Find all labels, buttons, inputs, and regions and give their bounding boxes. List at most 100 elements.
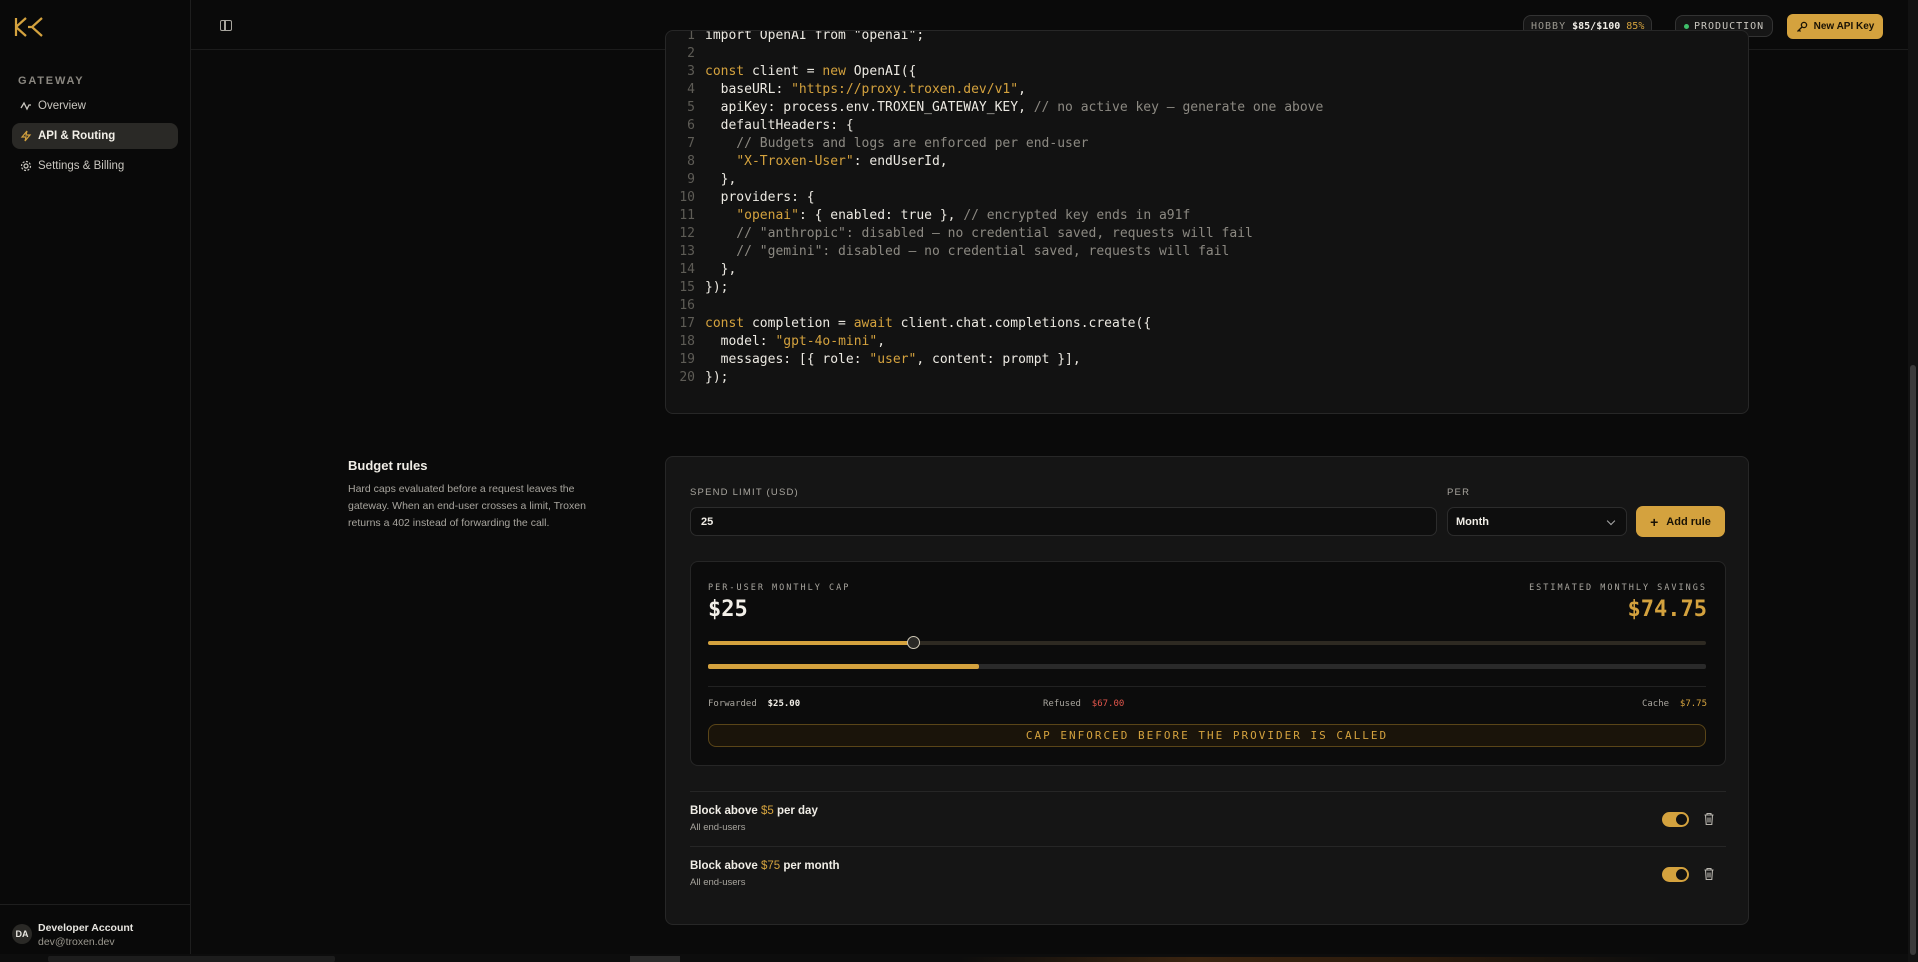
budget-rule-row: Block above $75 per month All end-users xyxy=(690,846,1726,901)
code-token: OpenAI({ xyxy=(845,64,917,79)
period-select-value: Month xyxy=(1456,515,1489,528)
cap-slider[interactable] xyxy=(708,636,1706,649)
code-token: "X-Troxen-User" xyxy=(736,154,854,169)
code-token: providers: { xyxy=(705,190,815,205)
budget-rule-row: Block above $5 per day All end-users xyxy=(690,791,1726,846)
line-number: 14 xyxy=(679,262,695,277)
code-token: client = xyxy=(744,64,823,79)
budget-rules-title: Budget rules xyxy=(348,458,428,473)
code-token: import OpenAI from "openai"; xyxy=(705,30,925,43)
rule-title: Block above $5 per day xyxy=(690,805,818,817)
troxen-logo[interactable] xyxy=(14,16,44,38)
line-number: 15 xyxy=(679,280,695,295)
sidebar-item-api-routing[interactable]: API & Routing xyxy=(12,123,178,149)
cap-slider-thumb[interactable] xyxy=(906,636,920,649)
code-token: }); xyxy=(705,280,729,295)
cap-label: PER-USER MONTHLY CAP xyxy=(708,583,851,593)
period-select[interactable]: Month xyxy=(1447,507,1627,536)
status-dot-icon xyxy=(1684,23,1689,29)
add-rule-label: Add rule xyxy=(1666,515,1711,528)
code-token: defaultHeaders: { xyxy=(705,118,854,133)
rule-enabled-toggle[interactable] xyxy=(1662,867,1689,882)
code-line: 18 model: "gpt-4o-mini", xyxy=(666,333,1323,351)
code-token: const xyxy=(705,64,745,79)
rule-enabled-toggle[interactable] xyxy=(1662,812,1689,827)
line-number: 18 xyxy=(679,334,695,349)
savings-value: $74.75 xyxy=(1627,597,1707,622)
code-line: 9 }, xyxy=(666,171,1323,189)
line-number: 12 xyxy=(679,226,695,241)
code-token: "openai" xyxy=(736,208,799,223)
code-token: new xyxy=(822,64,846,79)
code-line: 8 "X-Troxen-User": endUserId, xyxy=(666,153,1323,171)
code-token: : endUserId, xyxy=(853,154,948,169)
spend-limit-label: SPEND LIMIT (USD) xyxy=(690,487,799,498)
code-token: // no active key — generate one above xyxy=(1033,100,1324,115)
sidebar-item-settings-billing[interactable]: Settings & Billing xyxy=(12,153,178,179)
cap-slider-fill xyxy=(708,641,913,645)
code-token: "user" xyxy=(869,352,917,367)
code-token: }, xyxy=(705,172,737,187)
sidebar-item-label: Settings & Billing xyxy=(38,160,125,172)
trash-icon[interactable] xyxy=(1703,867,1715,881)
rule-suffix: per month xyxy=(780,860,840,872)
add-rule-button[interactable]: + Add rule xyxy=(1636,506,1725,537)
code-line: 2 xyxy=(666,45,1323,63)
line-number: 11 xyxy=(679,208,695,223)
spend-breakdown-bar xyxy=(708,664,1706,669)
code-token: model: xyxy=(705,334,776,349)
code-token: , xyxy=(877,334,886,349)
budget-rules-description: Hard caps evaluated before a request lea… xyxy=(348,483,586,529)
divider xyxy=(708,686,1706,687)
activity-icon xyxy=(19,99,33,113)
code-token: }, xyxy=(705,262,737,277)
cache-value: $7.75 xyxy=(1679,699,1707,709)
scrollbar-thumb[interactable] xyxy=(1910,365,1916,955)
line-number: 2 xyxy=(687,46,695,61)
code-token: : { enabled: true }, xyxy=(798,208,964,223)
cap-enforced-banner: CAP ENFORCED BEFORE THE PROVIDER IS CALL… xyxy=(708,724,1706,747)
trash-icon[interactable] xyxy=(1703,812,1715,826)
code-snippet-card: 1 import OpenAI from "openai"; 2 3 const cli… xyxy=(665,30,1749,414)
sidebar-toggle-icon[interactable] xyxy=(220,20,232,31)
line-number: 7 xyxy=(687,136,695,151)
code-token: await xyxy=(853,316,893,331)
line-number: 3 xyxy=(687,64,695,79)
sidebar-item-overview[interactable]: Overview xyxy=(12,93,178,119)
code-token: "https://proxy.troxen.dev/v1" xyxy=(791,82,1019,97)
code-line: 20}); xyxy=(666,369,1323,387)
code-line: 1 import OpenAI from "openai"; xyxy=(666,30,1323,45)
line-number: 17 xyxy=(679,316,695,331)
line-number: 1 xyxy=(687,30,695,43)
code-token: const xyxy=(705,316,745,331)
sidebar: GATEWAY Overview API & Routing Settings … xyxy=(0,0,191,962)
spend-limit-input[interactable]: 25 xyxy=(690,507,1437,536)
rule-amount: $75 xyxy=(760,860,781,872)
rule-prefix: Block above xyxy=(690,805,761,817)
line-number: 5 xyxy=(687,100,695,115)
code-token: apiKey: process.env.TROXEN_GATEWAY_KEY, xyxy=(705,100,1034,115)
plus-icon: + xyxy=(1650,513,1659,530)
sidebar-item-label: API & Routing xyxy=(38,130,116,142)
code-token: "gpt-4o-mini" xyxy=(775,334,878,349)
line-number: 20 xyxy=(679,370,695,385)
forwarded-value: $25.00 xyxy=(767,699,801,709)
code-line: 11 "openai": { enabled: true }, // encry… xyxy=(666,207,1323,225)
code-line: 17 const completion = await client.chat.c… xyxy=(666,315,1323,333)
account-email: dev@troxen.dev xyxy=(38,936,115,948)
new-api-key-button[interactable]: New API Key xyxy=(1787,14,1883,39)
code-token: // encrypted key ends in a91f xyxy=(963,208,1191,223)
code-token: client.chat.completions.create({ xyxy=(892,316,1152,331)
forwarded-fill xyxy=(708,664,980,669)
code-token: , xyxy=(1018,82,1026,97)
page-scrollbar[interactable] xyxy=(1908,0,1918,962)
zap-icon xyxy=(19,129,33,143)
refused-label: Refused xyxy=(1043,699,1081,709)
line-number: 6 xyxy=(687,118,695,133)
code-line: 10 providers: { xyxy=(666,189,1323,207)
cache-label: Cache xyxy=(1641,699,1670,709)
rule-scope: All end-users xyxy=(690,822,746,833)
rule-title: Block above $75 per month xyxy=(690,860,840,872)
code-snippet[interactable]: 1 import OpenAI from "openai"; 2 3 const cli… xyxy=(666,30,1324,387)
